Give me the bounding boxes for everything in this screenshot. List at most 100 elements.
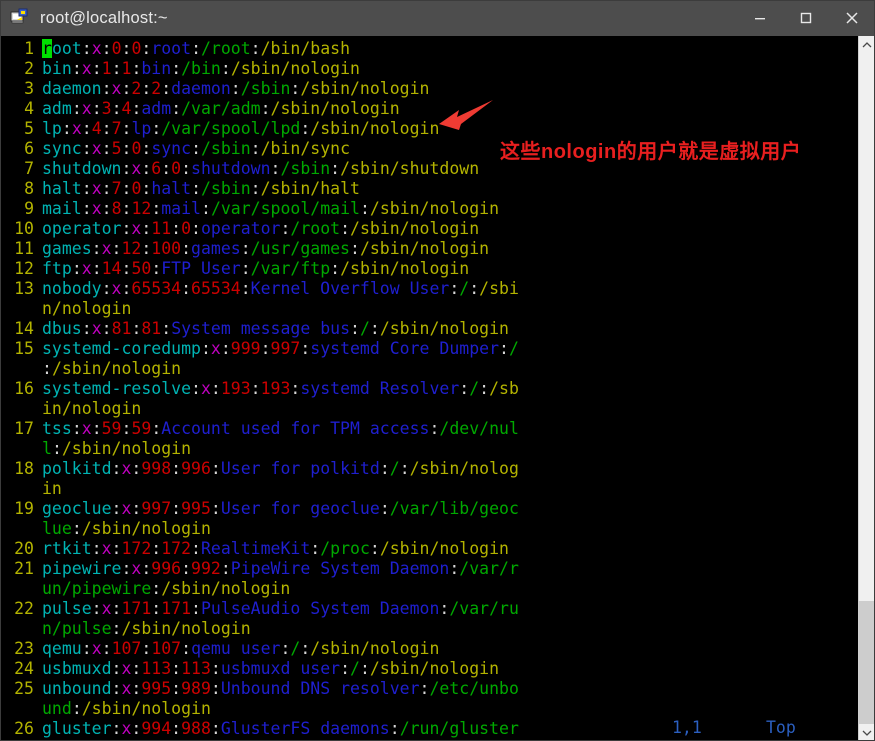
field-separator: : <box>171 219 182 238</box>
passwd-gecos: systemd Resolver <box>300 379 460 398</box>
field-separator: : <box>200 339 211 358</box>
passwd-uid: 107 <box>111 639 142 658</box>
passwd-gid: 193 <box>260 379 291 398</box>
passwd-gecos: Account used for TPM access <box>161 419 430 438</box>
passwd-username: unbound <box>42 679 112 698</box>
terminal-line: 4 adm:x:3:4:adm:/var/adm:/sbin/nologin <box>0 99 858 119</box>
terminal-line: 3 daemon:x:2:2:daemon:/sbin:/sbin/nologin <box>0 79 858 99</box>
passwd-home: /var/adm <box>181 99 261 118</box>
passwd-uid: 996 <box>151 559 182 578</box>
passwd-password-field: x <box>101 539 112 558</box>
terminal-line: 12 ftp:x:14:50:FTP User:/var/ftp:/sbin/no… <box>0 259 858 279</box>
passwd-password-field: x <box>101 599 112 618</box>
vertical-scrollbar[interactable] <box>858 36 875 741</box>
passwd-home: /var/spool/lpd <box>161 119 301 138</box>
passwd-shell: /sbin/nologin <box>340 259 470 278</box>
field-separator: : <box>141 639 152 658</box>
terminal-line: in/nologin <box>0 399 858 419</box>
line-number-continuation <box>0 519 34 539</box>
field-separator: : <box>71 59 82 78</box>
line-number: 23 <box>14 639 34 658</box>
passwd-uid: 12 <box>121 239 142 258</box>
passwd-username: geoclue <box>42 499 112 518</box>
passwd-password-field: x <box>131 219 142 238</box>
passwd-uid: 7 <box>111 179 122 198</box>
field-separator: : <box>151 599 162 618</box>
passwd-gid: 7 <box>111 119 122 138</box>
passwd-password-field: x <box>210 339 221 358</box>
terminal-line: 21 pipewire:x:996:992:PipeWire System Dae… <box>0 559 858 579</box>
red-arrow-icon <box>437 98 495 142</box>
field-separator: : <box>101 279 112 298</box>
passwd-shell: /bin/bash <box>260 39 351 58</box>
field-separator: : <box>71 99 82 118</box>
line-number-continuation <box>0 699 34 719</box>
terminal-text-area[interactable]: 1 root:x:0:0:root:/root:/bin/bash 2 bin:x:1… <box>0 36 858 741</box>
field-separator: : <box>300 639 311 658</box>
field-separator: : <box>151 539 162 558</box>
passwd-password-field: x <box>71 119 82 138</box>
maximize-button[interactable] <box>783 0 829 36</box>
field-separator: : <box>379 459 390 478</box>
minimize-button[interactable] <box>737 0 783 36</box>
passwd-home: l <box>42 439 52 458</box>
passwd-home: /bin <box>181 59 221 78</box>
passwd-uid: 11 <box>151 219 172 238</box>
passwd-home: lue <box>42 519 72 538</box>
passwd-uid: 59 <box>101 419 122 438</box>
field-separator: : <box>121 259 132 278</box>
close-button[interactable] <box>829 0 875 36</box>
terminal-line: 14 dbus:x:81:81:System message bus:/:/sbi… <box>0 319 858 339</box>
field-separator: : <box>250 379 261 398</box>
passwd-username: sync <box>42 139 82 158</box>
passwd-gecos: shutdown <box>191 159 271 178</box>
field-separator: : <box>81 319 92 338</box>
field-separator: : <box>81 119 92 138</box>
passwd-password-field: x <box>81 419 92 438</box>
window-titlebar[interactable]: root@localhost:~ <box>0 0 875 36</box>
passwd-uid: 0 <box>111 39 122 58</box>
terminal-line: 23 qemu:x:107:107:qemu user:/:/sbin/nolog… <box>0 639 858 659</box>
field-separator: : <box>340 219 351 238</box>
field-separator: : <box>191 539 201 558</box>
passwd-shell: /sbin/nologin <box>81 519 211 538</box>
field-separator: : <box>270 159 281 178</box>
field-separator: : <box>71 699 82 718</box>
field-separator: : <box>141 179 152 198</box>
field-separator: : <box>121 219 132 238</box>
line-number: 15 <box>14 339 34 358</box>
field-separator: : <box>220 559 231 578</box>
passwd-uid: 172 <box>121 539 152 558</box>
field-separator: : <box>91 419 102 438</box>
field-separator: : <box>141 159 152 178</box>
passwd-gecos: User for polkitd <box>220 459 380 478</box>
field-separator: : <box>111 659 122 678</box>
line-number-continuation <box>0 359 34 379</box>
passwd-uid: 6 <box>151 159 162 178</box>
terminal-computer-icon <box>10 8 30 28</box>
passwd-shell: /sbin/nologin <box>379 319 509 338</box>
passwd-gid: 172 <box>161 539 192 558</box>
line-number: 8 <box>24 179 34 198</box>
passwd-shell: /sbin/nologin <box>51 359 182 378</box>
scrollbar-thumb[interactable] <box>859 601 875 724</box>
field-separator: : <box>419 679 430 698</box>
passwd-gid: 997 <box>270 339 301 358</box>
chevron-up-icon[interactable] <box>859 36 875 53</box>
passwd-shell: /sbin/nologin <box>61 439 192 458</box>
field-separator: : <box>121 199 132 218</box>
terminal-line: 2 bin:x:1:1:bin:/bin:/sbin/nologin <box>0 59 858 79</box>
terminal-line: 24 usbmuxd:x:113:113:usbmuxd user:/:/sbin… <box>0 659 858 679</box>
passwd-gecos: usbmuxd user <box>220 659 341 678</box>
passwd-username: polkitd <box>42 459 112 478</box>
passwd-username: dbus <box>42 319 82 338</box>
field-separator: : <box>210 499 221 518</box>
passwd-gecos: PipeWire System Daemon <box>230 559 450 578</box>
field-separator: : <box>340 659 351 678</box>
passwd-username: usbmuxd <box>42 659 112 678</box>
field-separator: : <box>350 319 360 338</box>
passwd-username: nobody <box>42 279 102 298</box>
passwd-gid: 2 <box>151 79 162 98</box>
passwd-username: systemd-resolve <box>42 379 192 398</box>
chevron-down-icon[interactable] <box>859 724 875 741</box>
